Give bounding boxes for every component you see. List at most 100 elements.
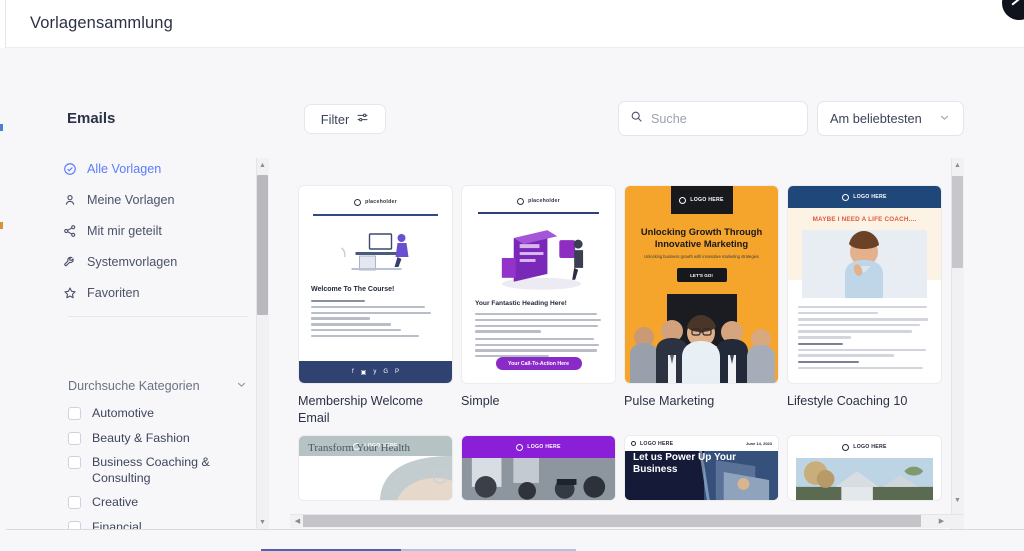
pinterest-icon: P — [395, 369, 400, 375]
template-photo — [462, 458, 615, 500]
template-cta-button: LET'S GO! — [676, 268, 727, 282]
template-card[interactable]: LOGO HERE June 14, 2023 Let us Power Up … — [624, 435, 779, 501]
category-checkbox-business-coaching[interactable]: Business Coaching & Consulting — [68, 455, 253, 486]
template-thumbnail[interactable]: LOGO HERE — [461, 435, 616, 501]
template-date: June 14, 2023 — [745, 441, 772, 446]
template-card[interactable]: placeholder — [298, 185, 453, 427]
scroll-right-icon[interactable]: ▶ — [937, 517, 946, 526]
sidebar-item-alle-vorlagen[interactable]: Alle Vorlagen — [62, 153, 247, 184]
scroll-up-icon[interactable]: ▲ — [953, 161, 962, 170]
sidebar-item-label: Favoriten — [87, 285, 140, 300]
chevron-down-icon — [235, 378, 248, 394]
check-circle-icon — [62, 161, 77, 176]
logo-ring-icon — [516, 443, 524, 451]
categories-list: Automotive Beauty & Fashion Business Coa… — [68, 406, 253, 544]
category-checkbox-automotive[interactable]: Automotive — [68, 406, 253, 422]
template-logo-text: placeholder — [528, 198, 560, 204]
sidebar: Emails Alle Vorlagen Meine Vorlagen Mit … — [6, 48, 268, 551]
template-thumbnail[interactable]: placeholder — [298, 185, 453, 384]
scroll-left-icon[interactable]: ◀ — [293, 517, 302, 526]
template-heading-text: Let us Power Up Your Business — [633, 452, 736, 475]
template-card[interactable]: LOGO HERE — [461, 435, 616, 501]
page-title: Vorlagensammlung — [30, 14, 173, 32]
template-social-footer: f ▣ y G P — [299, 361, 452, 383]
star-icon — [62, 285, 77, 300]
template-card[interactable]: LOGO HERE — [787, 435, 942, 501]
templates-grid-viewport: placeholder Welcome To The Course! f ▣ y… — [290, 155, 963, 516]
person-icon — [62, 192, 77, 207]
template-heading: MAYBE I NEED A LIFE COACH.... — [812, 216, 917, 223]
template-heading: Your Fantastic Heading Here! — [475, 300, 567, 307]
checkbox-icon[interactable] — [68, 407, 81, 420]
sidebar-item-label: Alle Vorlagen — [87, 161, 162, 176]
sidebar-nav: Alle Vorlagen Meine Vorlagen Mit mir get… — [62, 153, 247, 308]
template-heading: Transform Your Health — [308, 442, 410, 454]
template-photo — [380, 456, 452, 500]
templates-page: Vorlagensammlung Emails Alle Vorlagen Me… — [0, 0, 1024, 551]
category-checkbox-creative[interactable]: Creative — [68, 495, 253, 511]
category-checkbox-beauty-fashion[interactable]: Beauty & Fashion — [68, 431, 253, 447]
checkbox-icon[interactable] — [68, 456, 81, 469]
search-box[interactable] — [618, 101, 808, 136]
logo-ring-icon — [631, 441, 636, 446]
sidebar-item-systemvorlagen[interactable]: Systemvorlagen — [62, 246, 247, 277]
template-thumbnail[interactable]: LOGO HERE MAYBE I NEED A LIFE COACH.... — [787, 185, 942, 384]
template-logo: LOGO HERE — [631, 441, 673, 447]
sidebar-item-favoriten[interactable]: Favoriten — [62, 277, 247, 308]
template-thumbnail[interactable]: placeholder — [461, 185, 616, 384]
template-logo: placeholder — [462, 195, 615, 207]
twitter-icon: y — [373, 369, 377, 375]
template-photo — [802, 230, 927, 298]
category-label: Business Coaching & Consulting — [92, 455, 210, 485]
search-input[interactable] — [651, 111, 801, 126]
sidebar-item-meine-vorlagen[interactable]: Meine Vorlagen — [62, 184, 247, 215]
scroll-down-icon[interactable]: ▼ — [953, 496, 962, 505]
template-logo-text: LOGO HERE — [527, 444, 561, 450]
chevron-down-icon — [938, 111, 951, 127]
template-body: Welcome To The Course! — [311, 286, 440, 340]
checkbox-icon[interactable] — [68, 431, 81, 445]
divider — [478, 212, 599, 214]
filter-button[interactable]: Filter — [304, 104, 386, 134]
template-card[interactable]: placeholder — [461, 185, 616, 427]
template-card[interactable]: LOGO HERE Unlocking Growth Through Innov… — [624, 185, 779, 427]
edge-marker-blue — [0, 124, 3, 131]
categories-toggle[interactable]: Durchsuche Kategorien — [68, 378, 248, 394]
templates-grid: placeholder Welcome To The Course! f ▣ y… — [298, 185, 942, 501]
template-logo: LOGO HERE — [788, 186, 941, 208]
sort-dropdown[interactable]: Am beliebtesten — [817, 101, 964, 136]
sidebar-divider — [68, 316, 248, 317]
checkbox-icon[interactable] — [68, 496, 81, 509]
template-card-title: Simple — [461, 394, 500, 408]
sidebar-item-label: Mit mir geteilt — [87, 223, 162, 238]
search-icon — [630, 110, 643, 128]
template-photo — [796, 458, 933, 500]
template-thumbnail[interactable]: LOGO HERE June 14, 2023 Let us Power Up … — [624, 435, 779, 501]
template-thumbnail[interactable]: LOGO HERE Unlocking Growth Through Innov… — [624, 185, 779, 384]
template-heading: Welcome To The Course! — [311, 286, 395, 293]
logo-ring-icon — [517, 197, 525, 205]
template-subheading: Unlocking business growth with innovativ… — [644, 254, 759, 259]
template-card-title: Membership Welcome Email — [298, 394, 424, 425]
template-thumbnail[interactable]: LOGO HERE — [787, 435, 942, 501]
template-logo-text: LOGO HERE — [853, 194, 887, 200]
template-card[interactable]: LOGO HERE MAYBE I NEED A LIFE COACH.... — [787, 185, 942, 427]
logo-ring-icon — [679, 196, 687, 204]
template-body — [798, 306, 931, 372]
category-label: Automotive — [92, 406, 154, 420]
template-heading: Let us Power Up Your Business — [633, 452, 778, 476]
template-body: Your Fantastic Heading Here! — [475, 300, 602, 361]
horizontal-scrollbar-thumb[interactable] — [303, 515, 921, 527]
sidebar-item-label: Meine Vorlagen — [87, 192, 175, 207]
sidebar-item-mit-mir-geteilt[interactable]: Mit mir geteilt — [62, 215, 247, 246]
template-card[interactable]: LOGO HERE Transform Your Health — [298, 435, 453, 501]
template-thumbnail[interactable]: LOGO HERE Transform Your Health — [298, 435, 453, 501]
content-scrollbar-thumb[interactable] — [952, 176, 963, 268]
sidebar-heading: Emails — [67, 110, 116, 127]
sliders-icon — [356, 111, 369, 127]
template-logo: LOGO HERE — [788, 436, 941, 458]
filter-button-label: Filter — [320, 111, 350, 127]
logo-ring-icon — [354, 198, 362, 206]
template-logo-text: LOGO HERE — [640, 440, 674, 447]
category-label: Beauty & Fashion — [92, 430, 190, 445]
